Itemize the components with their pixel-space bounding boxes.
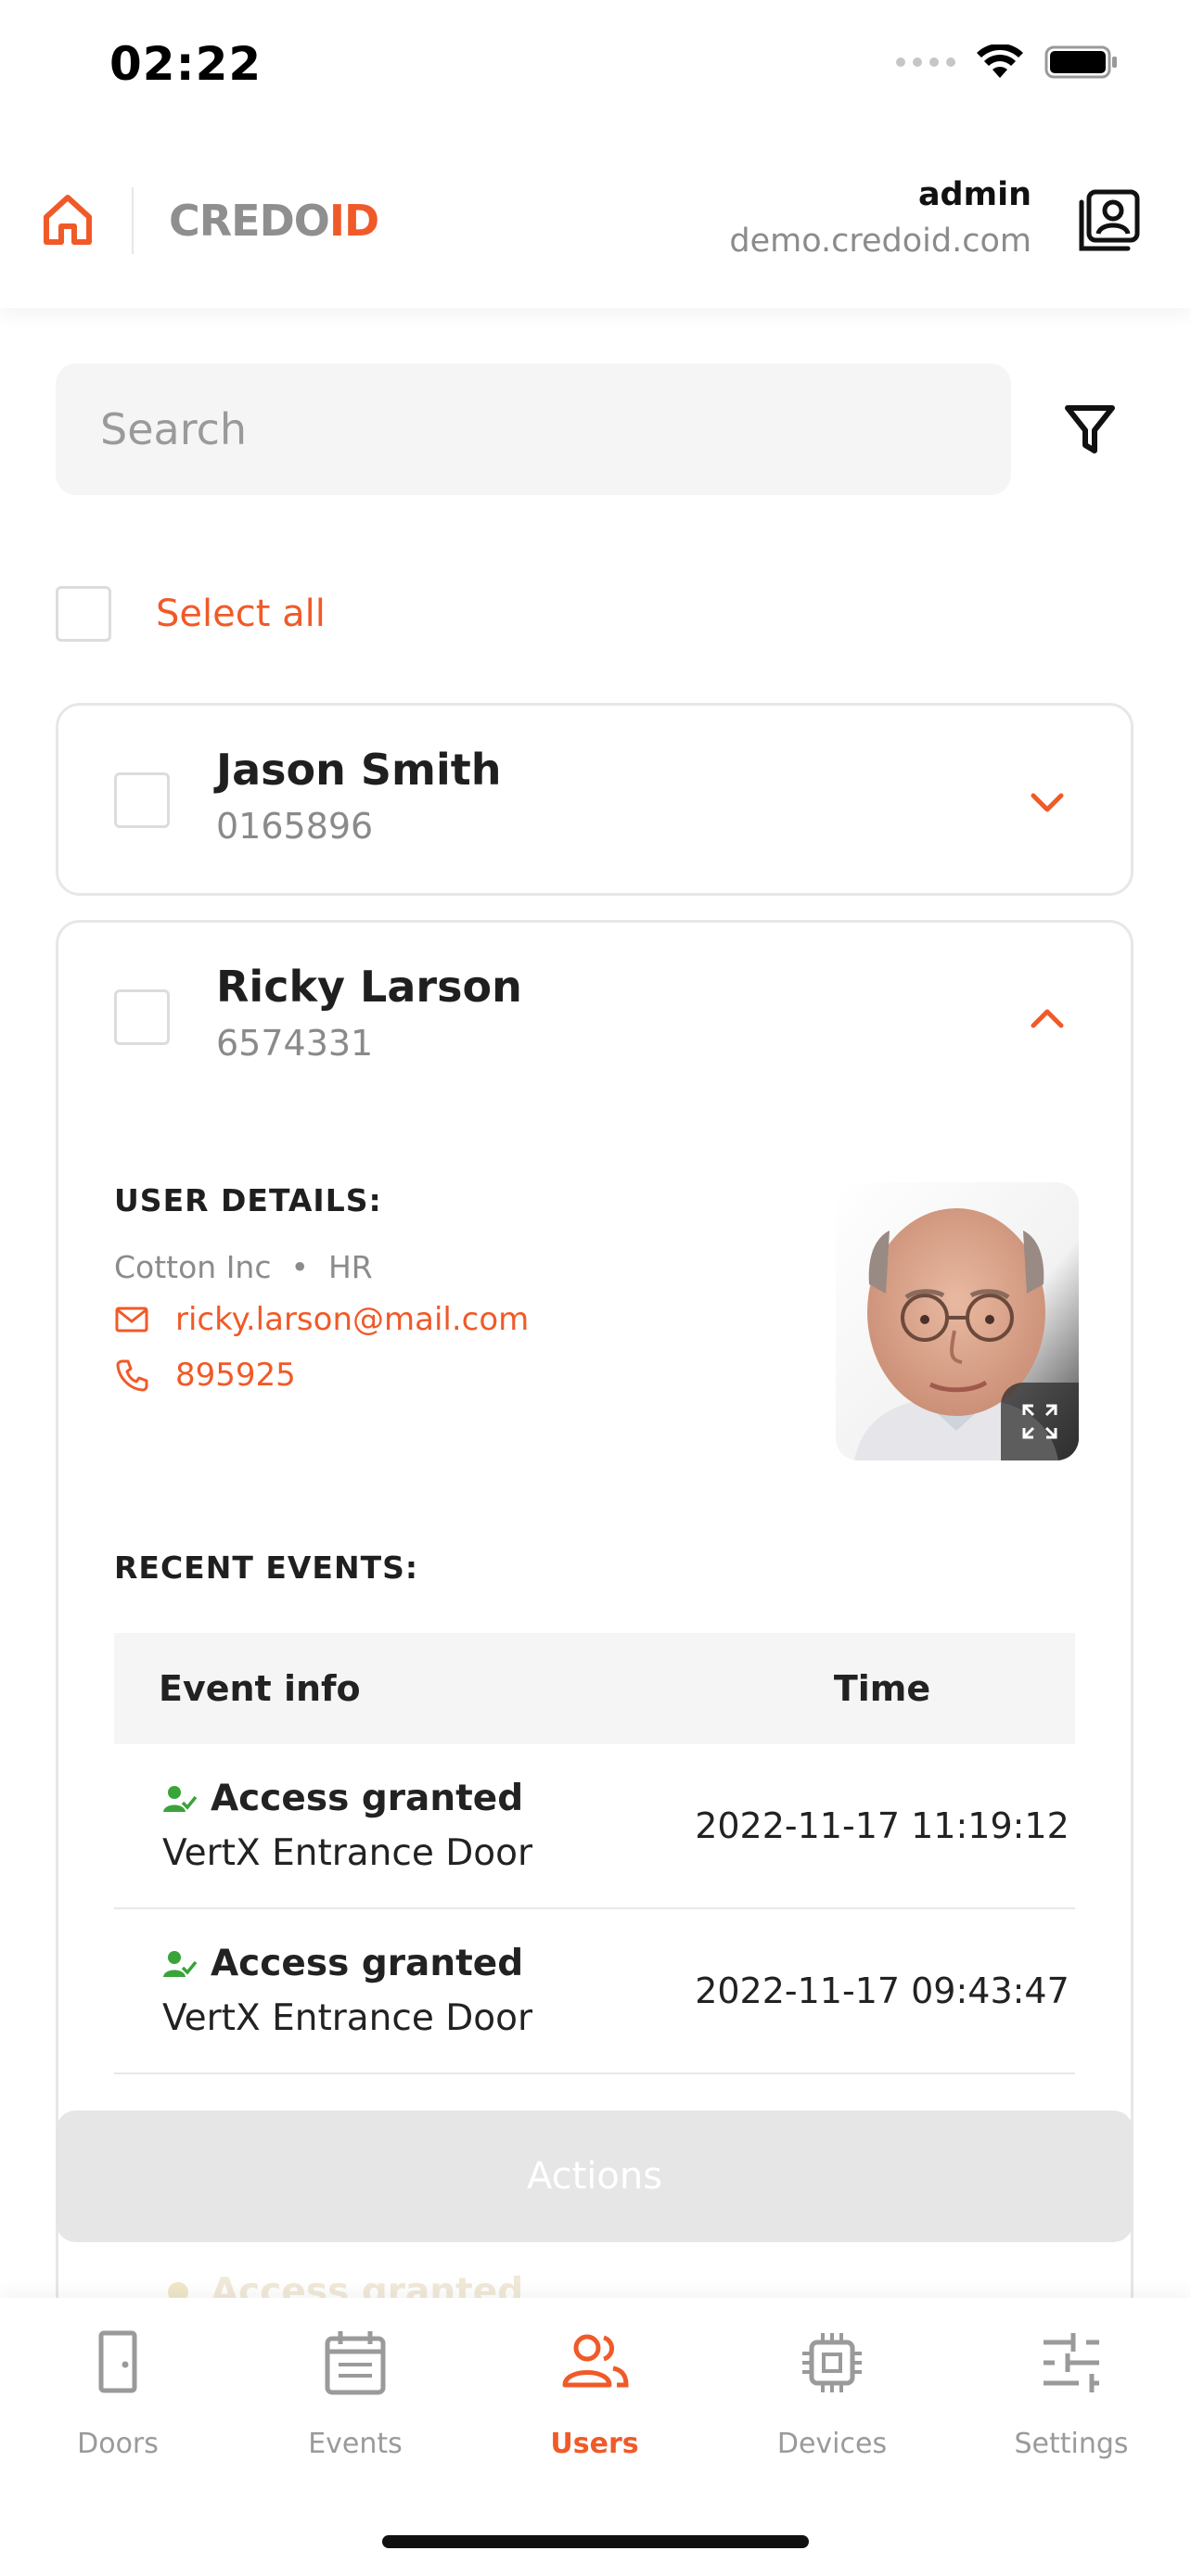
phone-icon (116, 1359, 148, 1392)
expand-icon (1022, 1404, 1057, 1439)
tab-label: Devices (776, 2428, 888, 2460)
recent-events-title: RECENT EVENTS: (114, 1549, 419, 1586)
header-divider (132, 187, 134, 254)
tab-label: Events (308, 2428, 403, 2460)
status-bar: 02:22 (0, 0, 1191, 139)
tab-label: Settings (1014, 2428, 1129, 2460)
chip-icon (802, 2333, 862, 2392)
event-door: VertX Entrance Door (162, 1997, 533, 2039)
phone-link[interactable]: 895925 (114, 1357, 296, 1394)
company-name: Cotton Inc (114, 1249, 272, 1285)
email-link[interactable]: ricky.larson@mail.com (114, 1301, 529, 1338)
battery-icon (1044, 45, 1117, 79)
sliders-icon (1044, 2333, 1099, 2392)
event-status-text: Access granted (211, 1778, 524, 1819)
table-row[interactable]: Access granted VertX Entrance Door 2022-… (114, 1744, 1075, 1909)
event-door: VertX Entrance Door (162, 1832, 533, 1874)
filter-icon[interactable] (1063, 402, 1117, 456)
tab-events[interactable]: Events (263, 2326, 448, 2460)
user-photo[interactable] (836, 1182, 1079, 1460)
department-name: HR (327, 1249, 373, 1285)
user-checkbox[interactable] (114, 772, 170, 828)
expand-photo-button[interactable] (1001, 1383, 1079, 1460)
tab-doors[interactable]: Doors (25, 2326, 211, 2460)
wifi-icon (977, 45, 1023, 78)
user-id: 0165896 (216, 806, 374, 847)
event-info: Access granted VertX Entrance Door (114, 1778, 689, 1874)
chevron-up-icon[interactable] (1029, 1006, 1066, 1030)
app-header: CREDO ID admin demo.credoid.com (0, 139, 1191, 308)
select-all-row[interactable]: Select all (56, 586, 326, 642)
event-time: 2022-11-17 09:43:47 (695, 1970, 1069, 2011)
event-status: Access granted (162, 1778, 689, 1819)
search-input[interactable] (56, 363, 1011, 495)
tab-users[interactable]: Users (502, 2326, 687, 2460)
tab-label: Doors (77, 2428, 159, 2460)
user-name: Ricky Larson (216, 962, 522, 1012)
home-indicator[interactable] (382, 2535, 809, 2548)
tab-label: Users (550, 2428, 639, 2460)
table-row[interactable]: Access granted VertX Entrance Door 2022-… (114, 1909, 1075, 2074)
event-status-text: Access granted (211, 1943, 524, 1984)
home-icon[interactable] (39, 191, 96, 249)
account-host: demo.credoid.com (729, 223, 1031, 260)
door-icon (98, 2330, 137, 2393)
column-header-time: Time (833, 1668, 931, 1709)
status-time: 02:22 (109, 37, 263, 91)
calendar-icon (325, 2331, 386, 2395)
select-all-checkbox[interactable] (56, 586, 111, 642)
company-line: Cotton Inc • HR (114, 1249, 373, 1285)
user-details-title: USER DETAILS: (114, 1182, 382, 1218)
user-checkbox[interactable] (114, 989, 170, 1045)
events-table-header: Event info Time (114, 1633, 1075, 1744)
profile-icon[interactable] (1076, 187, 1143, 254)
actions-button[interactable]: Actions (56, 2111, 1133, 2242)
user-card-expanded[interactable]: Ricky Larson 6574331 USER DETAILS: Cotto… (56, 920, 1133, 2313)
users-icon (562, 2334, 629, 2388)
tab-devices[interactable]: Devices (739, 2326, 925, 2460)
user-name: Jason Smith (216, 745, 502, 795)
mail-icon (115, 1307, 148, 1333)
account-user: admin (917, 176, 1031, 213)
bottom-tab-bar: Doors Events Users Devices Settings (0, 2298, 1191, 2576)
user-card[interactable]: Jason Smith 0165896 (56, 703, 1133, 896)
user-id: 6574331 (216, 1023, 374, 1064)
event-info: Access granted VertX Entrance Door (114, 1943, 689, 2039)
column-header-event-info: Event info (159, 1668, 361, 1709)
cellular-signal-icon (896, 57, 955, 67)
user-check-icon (163, 1950, 198, 1977)
event-time: 2022-11-17 11:19:12 (695, 1805, 1069, 1846)
tab-settings[interactable]: Settings (979, 2326, 1164, 2460)
email-text[interactable]: ricky.larson@mail.com (175, 1301, 529, 1338)
event-status: Access granted (162, 1943, 689, 1984)
account-info: admin demo.credoid.com (729, 176, 1031, 260)
events-table: Event info Time Access granted VertX Ent… (114, 1633, 1075, 2074)
separator-dot: • (281, 1249, 328, 1285)
credoid-logo: CREDO ID (169, 196, 379, 246)
status-icons (896, 45, 1119, 80)
user-check-icon (163, 1785, 198, 1812)
chevron-down-icon[interactable] (1029, 791, 1066, 815)
select-all-label[interactable]: Select all (156, 593, 326, 635)
phone-text[interactable]: 895925 (175, 1357, 296, 1394)
